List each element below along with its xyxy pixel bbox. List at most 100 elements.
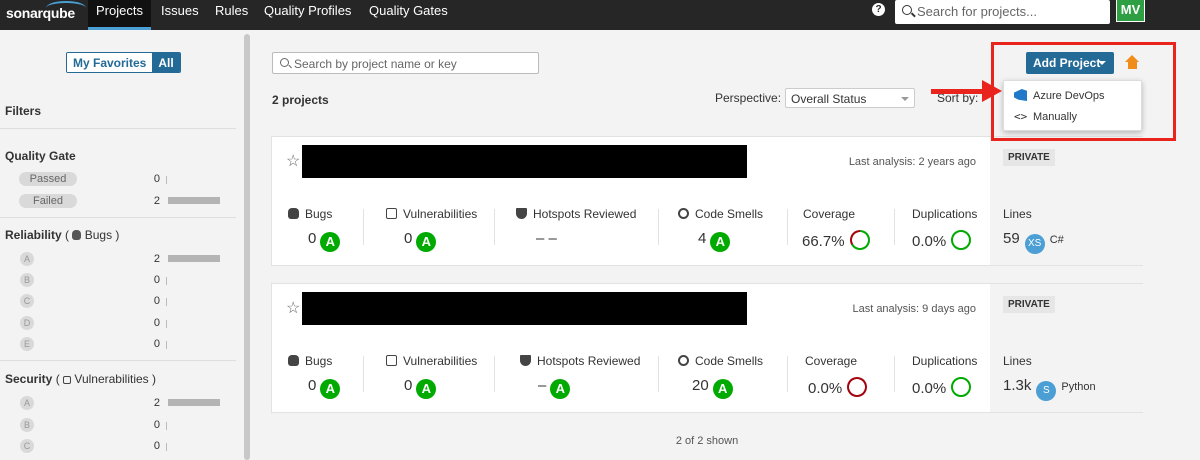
project-card: ☆ Last analysis: 9 days ago Bugs 0A Vuln… <box>271 283 1143 413</box>
bugs-value[interactable]: 0A <box>308 377 341 399</box>
count-failed: 2 <box>153 195 160 207</box>
bar-tick <box>166 443 167 451</box>
divider <box>787 356 788 392</box>
rating-badge: A <box>416 379 437 399</box>
security-title: Security ( Vulnerabilities ) <box>5 372 156 386</box>
bar-tick <box>166 277 167 285</box>
nav-quality-profiles[interactable]: Quality Profiles <box>264 0 351 30</box>
avatar[interactable]: MV <box>1116 0 1145 22</box>
size-badge: XS <box>1024 234 1045 254</box>
coverage-donut-icon <box>847 377 868 397</box>
coverage-value[interactable]: 0.0% <box>808 377 868 397</box>
nav-issues[interactable]: Issues <box>161 0 199 30</box>
vulnerabilities-label: Vulnerabilities <box>386 354 477 368</box>
hotspots-value[interactable]: – A <box>538 377 571 399</box>
filter-security-c[interactable]: C <box>20 439 34 453</box>
hotspots-label: Hotspots Reviewed <box>520 354 640 368</box>
all-button[interactable]: All <box>152 53 180 72</box>
bar-tick <box>166 422 167 430</box>
filter-reliability-d[interactable]: D <box>20 316 34 330</box>
bugs-value[interactable]: 0A <box>308 230 341 252</box>
count-security-c: 0 <box>153 440 160 452</box>
count-reliability-e: 0 <box>153 338 160 350</box>
visibility-badge: PRIVATE <box>1003 296 1055 313</box>
vulnerabilities-value[interactable]: 0A <box>404 230 437 252</box>
bar-tick <box>166 298 167 306</box>
divider <box>0 217 236 218</box>
lines-value[interactable]: 59 XS C# <box>1003 230 1064 254</box>
duplications-value[interactable]: 0.0% <box>912 230 972 250</box>
code-smells-value[interactable]: 4A <box>698 230 731 252</box>
divider <box>658 356 659 392</box>
code-smells-value[interactable]: 20 A <box>692 377 733 399</box>
duplications-value[interactable]: 0.0% <box>912 377 972 397</box>
lines-label: Lines <box>1003 354 1032 368</box>
rating-badge: A <box>710 232 731 252</box>
count-reliability-d: 0 <box>153 317 160 329</box>
duplications-label: Duplications <box>912 207 978 221</box>
divider <box>494 209 495 245</box>
last-analysis: Last analysis: 9 days ago <box>852 303 976 315</box>
rating-badge: A <box>320 232 341 252</box>
annotation-highlight-box <box>991 42 1176 141</box>
code-smell-icon <box>678 208 689 219</box>
bug-icon <box>72 230 82 240</box>
bug-icon <box>288 208 299 219</box>
quality-gate-title: Quality Gate <box>5 149 76 163</box>
filter-failed[interactable]: Failed <box>19 194 77 208</box>
project-meta-panel: PRIVATE Lines 1.3k S Python <box>990 284 1143 412</box>
sonarqube-logo[interactable]: sonarqube <box>6 1 86 21</box>
divider <box>363 356 364 392</box>
project-search-input[interactable]: Search by project name or key <box>272 52 539 74</box>
shield-icon <box>516 208 527 219</box>
project-count: 2 projects <box>272 93 329 107</box>
bar-tick <box>166 341 167 349</box>
nav-rules[interactable]: Rules <box>215 0 248 30</box>
filter-reliability-b[interactable]: B <box>20 273 34 287</box>
filter-reliability-a[interactable]: A <box>20 252 34 266</box>
star-icon[interactable]: ☆ <box>286 298 300 318</box>
my-favorites-button[interactable]: My Favorites <box>67 53 153 72</box>
filter-reliability-c[interactable]: C <box>20 294 34 308</box>
perspective-value: Overall Status <box>791 92 867 106</box>
bugs-label: Bugs <box>288 207 332 221</box>
redacted-project-name[interactable] <box>302 292 747 325</box>
shield-icon <box>520 355 531 366</box>
code-smells-label: Code Smells <box>678 207 763 221</box>
project-card: ☆ Last analysis: 2 years ago Bugs 0A Vul… <box>271 136 1143 266</box>
divider <box>787 209 788 245</box>
coverage-value[interactable]: 66.7% <box>802 230 870 250</box>
project-meta-panel: PRIVATE Lines 59 XS C# <box>990 137 1143 265</box>
sidebar-scrollbar[interactable] <box>244 34 250 460</box>
count-reliability-a: 2 <box>153 253 160 265</box>
global-search-input[interactable]: Search for projects... <box>895 0 1110 24</box>
security-label: Security <box>5 372 53 386</box>
redacted-project-name[interactable] <box>302 145 747 178</box>
project-count-label: 2 projects <box>272 93 329 107</box>
bar-security-a <box>168 399 220 406</box>
search-icon <box>280 58 289 67</box>
filter-security-b[interactable]: B <box>20 418 34 432</box>
divider <box>658 209 659 245</box>
lines-value[interactable]: 1.3k S Python <box>1003 377 1096 401</box>
nav-quality-gates[interactable]: Quality Gates <box>369 0 448 30</box>
perspective-select[interactable]: Overall Status <box>785 88 915 108</box>
rating-badge: A <box>416 232 437 252</box>
duplications-label: Duplications <box>912 354 978 368</box>
help-icon[interactable]: ? <box>872 3 885 16</box>
filter-security-a[interactable]: A <box>20 396 34 410</box>
divider <box>894 356 895 392</box>
filter-passed[interactable]: Passed <box>19 172 77 186</box>
vulnerabilities-value[interactable]: 0A <box>404 377 437 399</box>
lock-icon <box>63 376 72 384</box>
star-icon[interactable]: ☆ <box>286 151 300 171</box>
project-search-placeholder: Search by project name or key <box>294 57 457 71</box>
lock-icon <box>386 355 397 366</box>
language: C# <box>1049 234 1064 246</box>
nav-projects[interactable]: Projects <box>88 0 151 30</box>
hotspots-value[interactable]: – – <box>536 230 557 247</box>
top-nav: sonarqube Projects Issues Rules Quality … <box>0 0 1200 30</box>
rating-badge: A <box>320 379 341 399</box>
search-icon <box>902 5 912 15</box>
filter-reliability-e[interactable]: E <box>20 337 34 351</box>
